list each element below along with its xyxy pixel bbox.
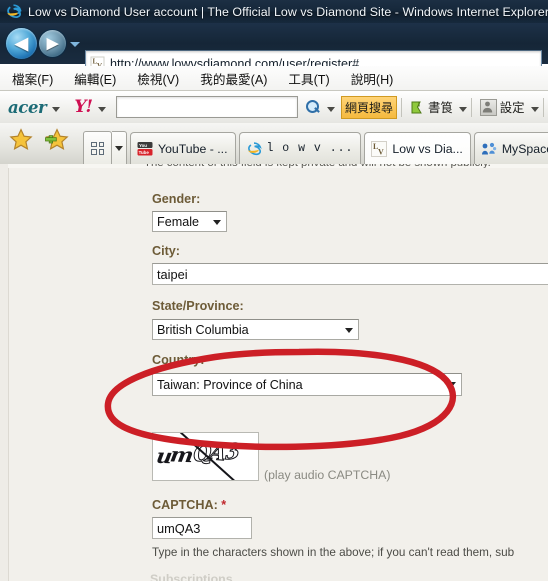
gender-value: Female [157,214,199,229]
myspace-icon [481,141,497,157]
acer-menu-chevron-down-icon[interactable] [52,106,61,112]
registration-form-panel: Gender: Female City: taipei State/Provin… [8,168,548,581]
menu-help[interactable]: 說明(H) [349,68,396,89]
captcha-label-text: CAPTCHA: [152,498,218,512]
youtube-icon: You Tube [137,141,153,157]
yahoo-toolbar: acer Y! 網頁搜尋 書筤 設定 [0,91,548,124]
menu-bar: 檔案(F) 編輯(E) 檢視(V) 我的最愛(A) 工具(T) 說明(H) [0,66,548,91]
magnifier-icon[interactable] [305,99,321,115]
svg-text:You: You [139,143,147,148]
gender-select[interactable]: Female [152,211,227,232]
menu-edit[interactable]: 編輯(E) [72,68,118,89]
country-label: Country: [152,353,205,367]
menu-favorites[interactable]: 我的最愛(A) [198,68,269,89]
back-arrow-icon: ◀ [14,34,29,53]
yahoo-search-input[interactable] [115,96,298,118]
chevron-down-icon [345,328,353,333]
bookmarks-label[interactable]: 書筤 [428,98,453,116]
city-input[interactable]: taipei [152,263,548,285]
tab-low-v[interactable]: l o w v ... [238,132,362,164]
settings-chevron-down-icon[interactable] [530,106,539,112]
star-icon[interactable] [9,128,33,156]
toolbar-divider-3 [542,97,544,117]
captcha-label: CAPTCHA: * [152,498,226,512]
menu-view[interactable]: 檢視(V) [135,68,181,89]
web-search-button[interactable]: 網頁搜尋 [340,95,397,119]
tab-bar: You Tube YouTube - ... l o w v ... L V L… [0,123,548,165]
captcha-help-text: Type in the characters shown in the abov… [152,546,515,559]
lowvsdiamond-favicon: L V [371,140,388,157]
city-value: taipei [157,266,188,282]
toolbar-divider [400,97,402,117]
svg-text:Tube: Tube [139,150,150,155]
captcha-image[interactable]: umQA3 [152,432,259,481]
tab-myspace[interactable]: MySpace [473,132,548,164]
navigation-bar: ◀ ▶ L V http://www.lowvsdiamond.com/user… [0,23,548,77]
forward-arrow-icon: ▶ [46,35,59,52]
tab-low-vs-diamond[interactable]: L V Low vs Dia... [364,132,471,164]
country-value: Taiwan: Province of China [157,377,303,392]
country-select[interactable]: Taiwan: Province of China [152,373,462,396]
svg-text:V: V [378,147,384,156]
state-province-value: British Columbia [157,322,249,337]
state-province-select[interactable]: British Columbia [152,319,359,340]
page-viewport: The content of this field is kept privat… [0,164,548,581]
menu-file[interactable]: 檔案(F) [10,68,55,89]
internet-explorer-icon [5,3,22,20]
captcha-input[interactable]: umQA3 [152,517,252,539]
chevron-down-icon [448,382,456,387]
tab-label: Low vs Dia... [392,141,463,156]
chevron-down-icon [213,220,221,225]
required-marker: * [221,498,227,512]
tab-youtube[interactable]: You Tube YouTube - ... [130,132,236,164]
star-plus-icon[interactable] [43,128,69,156]
yahoo-logo[interactable]: Y! [74,97,93,117]
internet-explorer-icon [246,141,262,157]
gender-label: Gender: [152,192,201,206]
captcha-image-text: umQA3 [154,437,240,468]
play-audio-captcha-link[interactable]: (play audio CAPTCHA) [264,468,390,482]
window-title: Low vs Diamond User account | The Offici… [28,4,548,19]
city-label: City: [152,244,180,258]
tab-label: l o w v ... [266,142,354,155]
state-province-label: State/Province: [152,299,244,313]
title-bar: Low vs Diamond User account | The Offici… [0,0,548,23]
tab-label: MySpace [501,141,548,156]
chevron-down-icon[interactable] [112,131,127,164]
toolbar-divider-2 [470,97,472,117]
person-icon[interactable] [479,98,497,116]
bookmarks-chevron-down-icon[interactable] [458,106,467,112]
back-button[interactable]: ◀ [6,28,37,59]
quick-tabs-grid-icon[interactable] [83,131,112,164]
tab-label: YouTube - ... [158,141,228,156]
menu-tools[interactable]: 工具(T) [286,68,331,89]
search-options-chevron-down-icon[interactable] [326,106,335,112]
browser-window: Low vs Diamond User account | The Offici… [0,0,548,581]
recent-pages-dropdown[interactable] [70,42,80,47]
settings-label[interactable]: 設定 [500,98,525,116]
bookmark-icon[interactable] [410,100,425,115]
acer-logo[interactable]: acer [8,98,47,117]
forward-button[interactable]: ▶ [39,30,66,57]
subscriptions-heading-cutoff: Subscriptions [150,572,233,581]
captcha-input-value: umQA3 [157,520,201,536]
yahoo-menu-chevron-down-icon[interactable] [97,106,106,112]
